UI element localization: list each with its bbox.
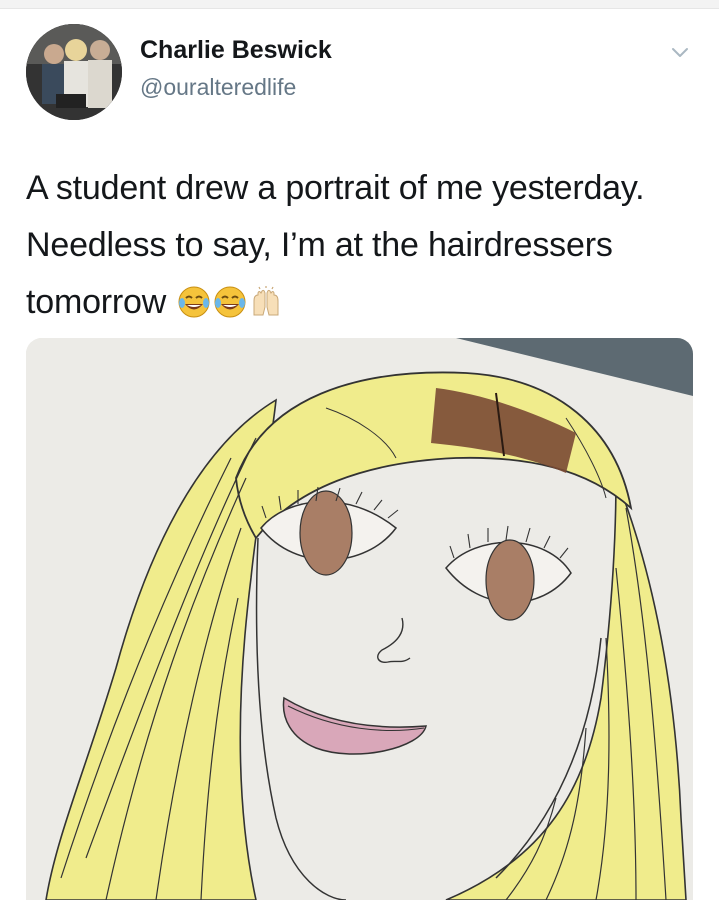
child-drawing-portrait xyxy=(26,338,693,900)
raising-hands-icon xyxy=(253,286,279,316)
top-divider xyxy=(0,0,719,9)
avatar[interactable] xyxy=(26,24,122,120)
face-with-tears-of-joy-icon xyxy=(178,286,210,318)
avatar-photo xyxy=(26,24,122,120)
tweet-image[interactable] xyxy=(26,338,693,900)
display-name[interactable]: Charlie Beswick xyxy=(140,36,332,65)
tweet-header: Charlie Beswick @ouralteredlife xyxy=(26,24,696,120)
tweet-text: A student drew a portrait of me yesterda… xyxy=(26,160,696,331)
chevron-down-icon[interactable] xyxy=(670,42,690,62)
tweet-body: A student drew a portrait of me yesterda… xyxy=(26,169,645,321)
face-with-tears-of-joy-icon xyxy=(214,286,246,318)
handle[interactable]: @ouralteredlife xyxy=(140,74,296,101)
